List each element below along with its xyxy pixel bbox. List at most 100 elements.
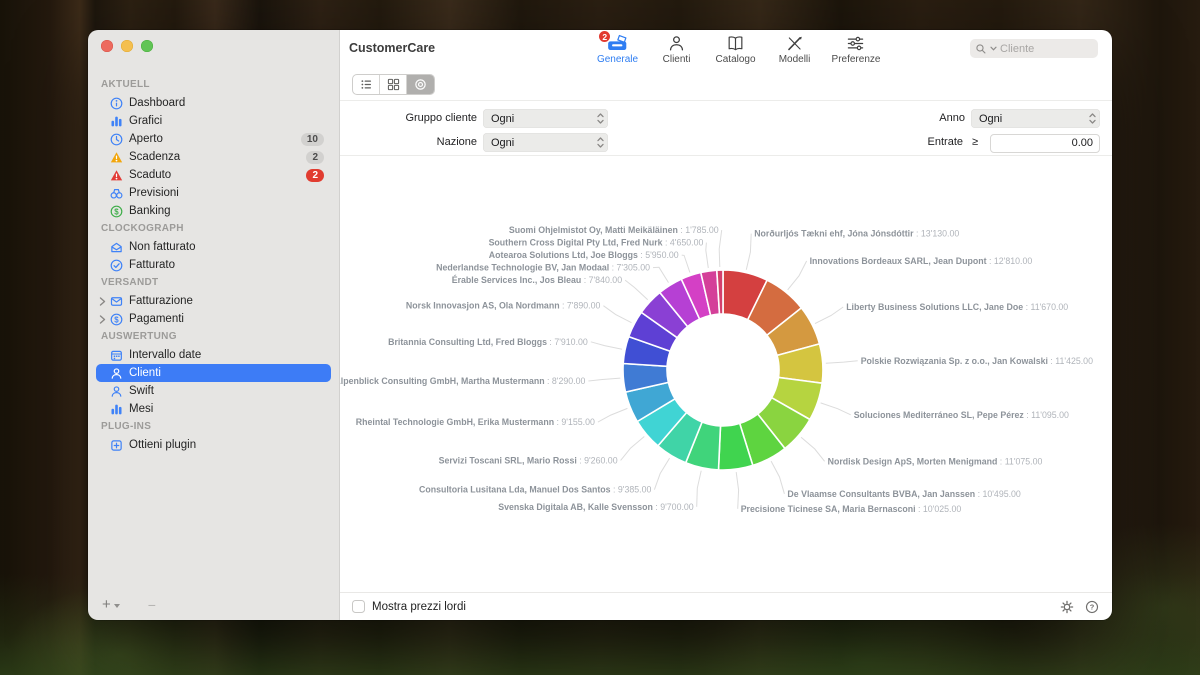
sidebar-item-label: Grafici: [129, 115, 324, 127]
warning-icon: [110, 169, 123, 182]
sidebar-footer: + −: [102, 596, 156, 613]
sidebar-item-dashboard[interactable]: Dashboard: [96, 94, 331, 112]
slice-leader-line: [821, 403, 851, 415]
count-badge: 2: [306, 169, 324, 182]
warning-icon: [110, 151, 123, 164]
remove-button[interactable]: −: [148, 597, 156, 613]
calendar-icon: [110, 349, 123, 362]
grid-view-icon: [386, 77, 401, 92]
search-field[interactable]: [970, 39, 1098, 58]
tab-clienti[interactable]: Clienti: [655, 33, 699, 65]
filter-panel: Gruppo cliente Ogni Nazione Ogni Anno Og…: [340, 100, 1112, 156]
year-filter-popup[interactable]: Ogni: [971, 109, 1100, 128]
sidebar-item-label: Intervallo date: [129, 349, 324, 361]
sidebar-item-intervallo-date[interactable]: Intervallo date: [96, 346, 331, 364]
add-button[interactable]: +: [102, 596, 120, 613]
group-filter-popup[interactable]: Ogni: [483, 109, 608, 128]
sidebar-item-label: Scadenza: [129, 151, 306, 163]
year-filter-value: Ogni: [979, 113, 1088, 125]
revenue-operator: ≥: [972, 136, 978, 148]
slice-label: Suomi Ohjelmistot Oy, Matti Meikäläinen …: [509, 225, 719, 235]
view-mode-donut[interactable]: [407, 75, 434, 94]
zoom-button[interactable]: [141, 40, 153, 52]
slice-label: Svenska Digitala AB, Kalle Svensson : 9'…: [498, 502, 694, 512]
slice-leader-line: [746, 234, 751, 270]
chart-area: Suomi Ohjelmistot Oy, Matti Meikäläinen …: [340, 156, 1112, 592]
sidebar-item-clienti[interactable]: Clienti: [96, 364, 331, 382]
settings-gear-icon[interactable]: [1059, 599, 1075, 615]
slice-label: Liberty Business Solutions LLC, Jane Doe…: [846, 302, 1068, 312]
slice-leader-line: [603, 306, 631, 323]
search-icon: [975, 43, 987, 55]
popup-stepper-icon: [1088, 112, 1097, 125]
group-filter-label: Gruppo cliente: [340, 112, 477, 124]
sidebar-item-banking[interactable]: $ Banking: [96, 202, 331, 220]
sidebar-item-label: Clienti: [129, 367, 324, 379]
view-mode-grid[interactable]: [380, 75, 407, 94]
sidebar-item-label: Previsioni: [129, 187, 324, 199]
gross-prices-checkbox[interactable]: [352, 600, 365, 613]
sidebar-item-label: Banking: [129, 205, 324, 217]
slice-leader-line: [621, 437, 645, 461]
sidebar-item-swift[interactable]: Swift: [96, 382, 331, 400]
sidebar-item-grafici[interactable]: Grafici: [96, 112, 331, 130]
slice-leader-line: [771, 461, 784, 494]
tab-preferenze[interactable]: Preferenze: [832, 33, 881, 65]
sidebar-nav: AKTUELLDashboardGraficiAperto10Scadenza2…: [96, 76, 331, 454]
nation-filter-value: Ogni: [491, 137, 596, 149]
disclosure-chevron-icon[interactable]: [99, 297, 107, 306]
slice-label: Nordisk Design ApS, Morten Menigmand : 1…: [828, 456, 1043, 466]
slice-leader-line: [598, 408, 628, 422]
view-mode-list[interactable]: [353, 75, 380, 94]
sidebar-item-label: Scaduto: [129, 169, 306, 181]
tab-modelli[interactable]: Modelli: [773, 33, 817, 65]
bar-chart-icon: [110, 403, 123, 416]
sidebar-section-versandt: VERSANDT: [96, 274, 331, 292]
sidebar-item-non-fatturato[interactable]: Non fatturato: [96, 238, 331, 256]
slice-label: Aotearoa Solutions Ltd, Joe Bloggs : 5'9…: [489, 250, 679, 260]
tab-catalogo[interactable]: Catalogo: [714, 33, 758, 65]
tab-label: Modelli: [779, 54, 811, 65]
sidebar-item-aperto[interactable]: Aperto10: [96, 130, 331, 148]
sidebar-item-mesi[interactable]: Mesi: [96, 400, 331, 418]
sidebar-item-fatturato[interactable]: Fatturato: [96, 256, 331, 274]
slice-label: Innovations Bordeaux SARL, Jean Dupont :…: [810, 256, 1033, 266]
slice-leader-line: [682, 255, 690, 272]
sidebar-item-scaduto[interactable]: Scaduto2: [96, 166, 331, 184]
slice-label: De Vlaamse Consultants BVBA, Jan Janssen…: [787, 489, 1021, 499]
slice-leader-line: [591, 342, 622, 350]
svg-text:$: $: [114, 207, 119, 216]
slice-leader-line: [653, 267, 669, 282]
sidebar: AKTUELLDashboardGraficiAperto10Scadenza2…: [88, 30, 340, 620]
sidebar-item-fatturazione[interactable]: Fatturazione: [96, 292, 331, 310]
tab-generale[interactable]: 2Generale: [596, 33, 640, 65]
plus-box-icon: [110, 439, 123, 452]
minimize-button[interactable]: [121, 40, 133, 52]
search-scope-chevron-icon[interactable]: [990, 46, 997, 51]
sidebar-item-pagamenti[interactable]: $Pagamenti: [96, 310, 331, 328]
slice-leader-line: [654, 458, 669, 490]
tab-label: Generale: [597, 54, 638, 65]
search-input[interactable]: [1000, 43, 1093, 55]
nation-filter-popup[interactable]: Ogni: [483, 133, 608, 152]
revenue-threshold-input[interactable]: [990, 134, 1100, 153]
sidebar-item-previsioni[interactable]: Previsioni: [96, 184, 331, 202]
dollar-circle-icon: $: [110, 205, 123, 218]
count-badge: 2: [306, 151, 324, 164]
slice-leader-line: [719, 230, 722, 267]
disclosure-chevron-icon[interactable]: [99, 315, 107, 324]
person-icon: [667, 33, 686, 53]
clock-icon: [110, 133, 123, 146]
sidebar-item-ottieni-plugin[interactable]: Ottieni plugin: [96, 436, 331, 454]
revenue-filter-label: Entrate: [770, 136, 963, 148]
tab-label: Clienti: [663, 54, 691, 65]
slice-label: Norðurljós Tækni ehf, Jóna Jónsdóttir : …: [754, 229, 959, 239]
sidebar-item-label: Pagamenti: [129, 313, 324, 325]
close-button[interactable]: [101, 40, 113, 52]
slice-label: Consultoria Lusitana Lda, Manuel Dos San…: [419, 485, 652, 495]
sidebar-item-scadenza[interactable]: Scadenza2: [96, 148, 331, 166]
sidebar-section-auswertung: AUSWERTUNG: [96, 328, 331, 346]
gross-prices-label: Mostra prezzi lordi: [372, 601, 466, 613]
help-icon[interactable]: ?: [1084, 599, 1100, 615]
info-icon: [110, 97, 123, 110]
